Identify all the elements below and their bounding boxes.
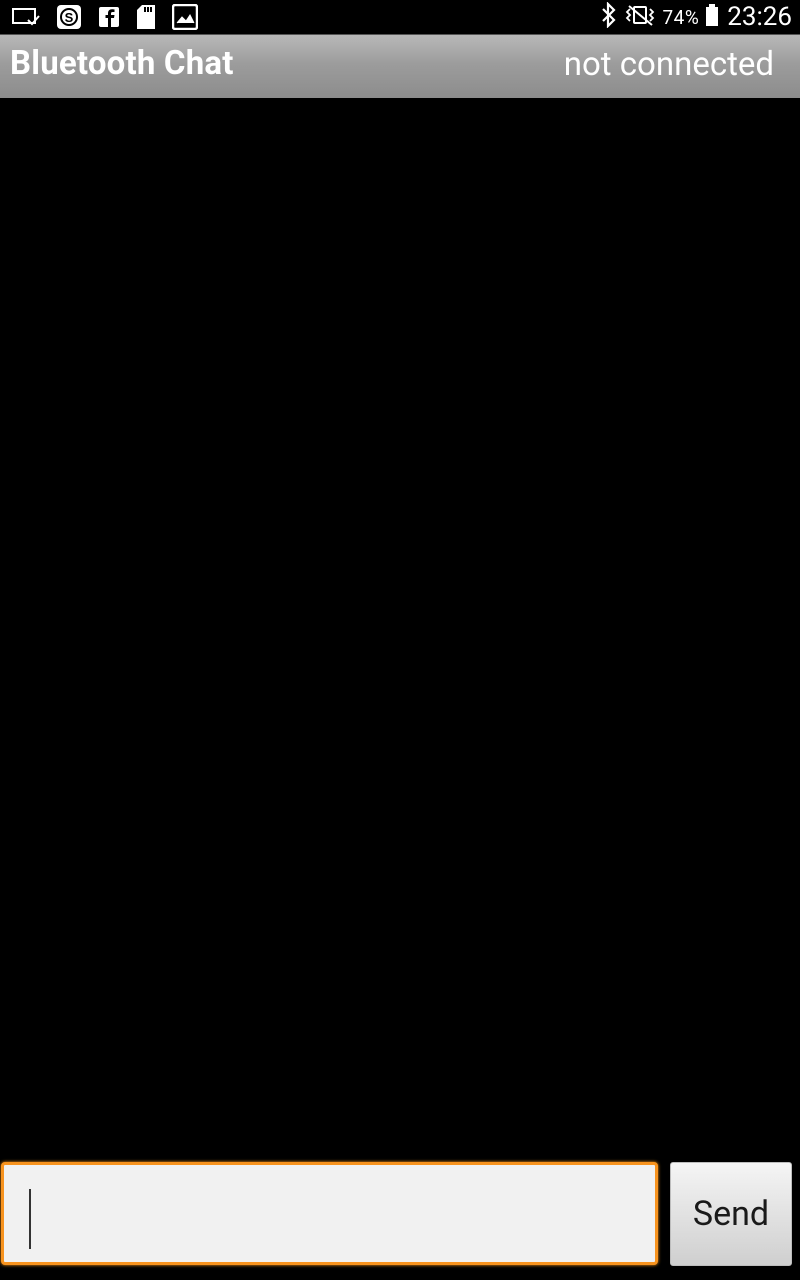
screen: S 74% 23:26 Bluetooth Chat not connected… (0, 0, 800, 1280)
text-cursor (29, 1189, 31, 1249)
send-button[interactable]: Send (670, 1162, 792, 1266)
svg-text:S: S (65, 10, 74, 25)
notification-icons: S (12, 3, 214, 34)
status-bar: S 74% 23:26 (0, 0, 800, 34)
message-list[interactable] (0, 98, 800, 1158)
connection-status: not connected (563, 45, 774, 84)
compose-bar: Send (0, 1158, 800, 1280)
facebook-icon (98, 6, 120, 32)
vibrate-icon (624, 3, 656, 31)
shazam-icon: S (56, 4, 82, 34)
clock: 23:26 (727, 2, 792, 32)
bluetooth-icon (600, 1, 618, 32)
title-bar: Bluetooth Chat not connected (0, 34, 800, 99)
system-status: 74% 23:26 (600, 0, 792, 34)
battery-percent: 74% (662, 5, 700, 29)
sd-card-icon (136, 4, 156, 34)
gallery-icon (171, 3, 199, 34)
cast-icon (12, 6, 40, 32)
message-input[interactable] (1, 1162, 658, 1265)
battery-icon (705, 3, 719, 31)
app-title: Bluetooth Chat (10, 44, 234, 83)
